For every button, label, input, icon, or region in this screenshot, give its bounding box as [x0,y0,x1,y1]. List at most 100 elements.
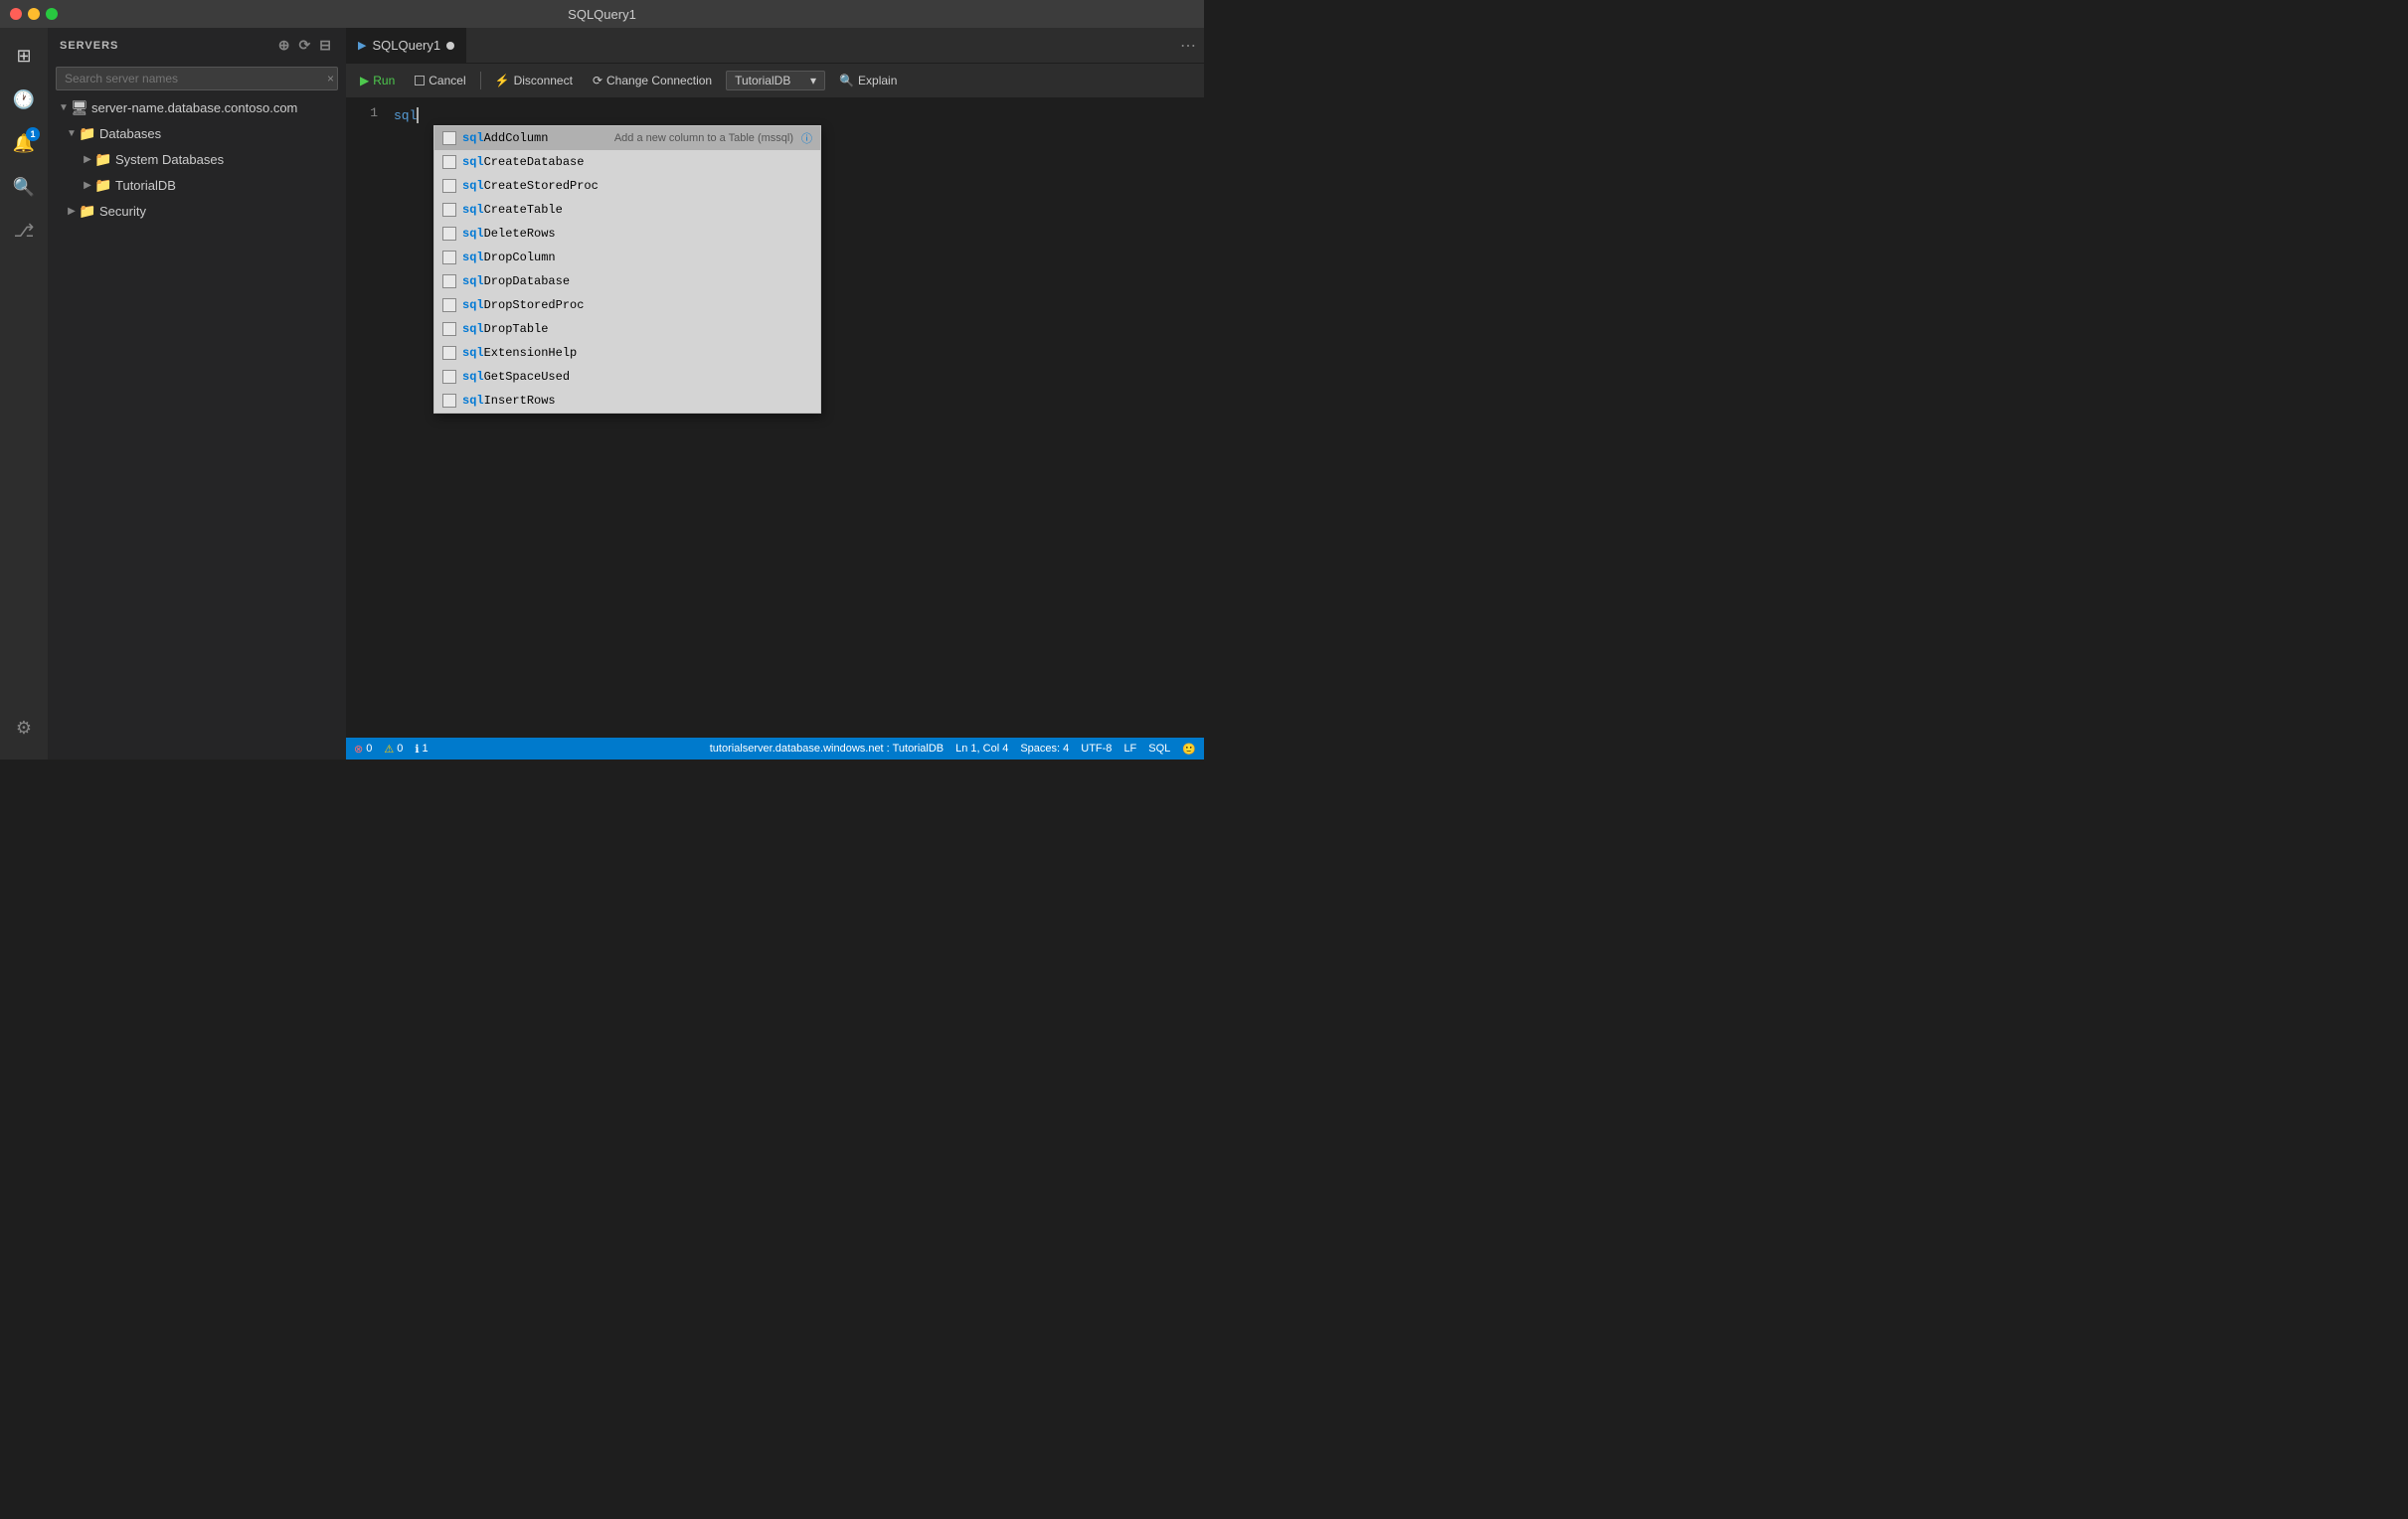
info-icon: ℹ [415,743,419,756]
ac-prefix: sql [462,227,484,241]
info-icon[interactable]: ⓘ [801,130,812,146]
editor-text-area[interactable]: sql sqlAddColumnAdd a new column to a Ta… [386,97,1194,738]
minimize-button[interactable] [28,8,40,20]
autocomplete-item[interactable]: sqlAddColumnAdd a new column to a Table … [434,126,820,150]
status-bar: ⊗ 0 ⚠ 0 ℹ 1 tutorialserver.database.wind… [346,738,1204,760]
indentation[interactable]: Spaces: 4 [1020,743,1069,756]
ac-suffix: GetSpaceUsed [484,370,570,384]
search-activity-icon: 🔍 [13,177,35,198]
ac-item-text: sqlCreateStoredProc [462,179,599,193]
run-button[interactable]: ▶ Run [354,72,401,89]
line-ending[interactable]: LF [1123,743,1136,756]
error-count: 0 [366,743,372,755]
new-connection-icon[interactable]: ⊕ [276,35,293,56]
autocomplete-item[interactable]: sqlExtensionHelp [434,341,820,365]
refresh-icon[interactable]: ⟳ [297,35,314,56]
ac-prefix: sql [462,131,484,145]
ac-item-text: sqlGetSpaceUsed [462,370,570,384]
language[interactable]: SQL [1148,743,1170,756]
connection-dropdown[interactable]: TutorialDB ▾ [726,71,825,90]
ac-prefix: sql [462,251,484,264]
autocomplete-item[interactable]: sqlDropColumn [434,246,820,269]
security-label: Security [99,204,146,219]
chevron-right-icon: ▶ [80,151,95,167]
feedback-icon[interactable]: 🙂 [1182,743,1196,756]
editor-tab[interactable]: ▶ SQLQuery1 [346,28,467,63]
ac-prefix: sql [462,370,484,384]
autocomplete-item[interactable]: sqlInsertRows [434,389,820,413]
activity-servers[interactable]: ⊞ [4,36,44,76]
collapse-icon[interactable]: ⊟ [317,35,334,56]
tree-item-systemdbs[interactable]: ▶ 📁 System Databases [48,146,346,172]
disconnect-label: Disconnect [514,74,573,87]
tree-item-tutorialdb[interactable]: ▶ 📁 TutorialDB [48,172,346,198]
autocomplete-item[interactable]: sqlDropStoredProc [434,293,820,317]
autocomplete-item[interactable]: sqlCreateDatabase [434,150,820,174]
ac-prefix: sql [462,274,484,288]
snippet-icon [442,227,456,241]
ac-prefix: sql [462,298,484,312]
sql-text: sql [394,108,417,123]
autocomplete-item[interactable]: sqlGetSpaceUsed [434,365,820,389]
ac-suffix: DropColumn [484,251,556,264]
autocomplete-item[interactable]: sqlDeleteRows [434,222,820,246]
activity-notifications[interactable]: 🔔 1 [4,123,44,163]
activity-git[interactable]: ⎇ [4,211,44,251]
ac-item-text: sqlInsertRows [462,394,556,408]
change-connection-button[interactable]: ⟳ Change Connection [587,72,718,89]
search-clear-icon[interactable]: × [327,72,334,85]
chevron-right-icon: ▶ [64,203,80,219]
ac-item-text: sqlExtensionHelp [462,346,577,360]
encoding[interactable]: UTF-8 [1081,743,1112,756]
tree-item-security[interactable]: ▶ 📁 Security [48,198,346,224]
cursor-position[interactable]: Ln 1, Col 4 [955,743,1008,756]
more-tabs-button[interactable]: ⋯ [1172,28,1204,63]
git-icon: ⎇ [14,221,35,242]
systemdbs-label: System Databases [115,152,224,167]
autocomplete-item[interactable]: sqlCreateStoredProc [434,174,820,198]
tab-dirty-indicator [446,42,454,50]
tab-bar: ▶ SQLQuery1 ⋯ [346,28,1204,63]
tutorialdb-label: TutorialDB [115,178,176,193]
activity-bar: ⊞ 🕐 🔔 1 🔍 ⎇ ⚙ [0,28,48,760]
search-input[interactable] [56,67,338,90]
autocomplete-item[interactable]: sqlCreateTable [434,198,820,222]
ac-prefix: sql [462,203,484,217]
explain-button[interactable]: 🔍 Explain [833,72,903,89]
snippet-icon [442,346,456,360]
sidebar-header-icons: ⊕ ⟳ ⊟ [276,35,334,56]
editor-line-1: sql [394,105,1186,125]
ac-prefix: sql [462,155,484,169]
maximize-button[interactable] [46,8,58,20]
snippet-icon [442,251,456,264]
disconnect-button[interactable]: ⚡ Disconnect [489,72,579,89]
status-warnings[interactable]: ⚠ 0 [384,743,403,756]
connection-value: TutorialDB [735,74,790,87]
tree-container: ▼ 🖥 server-name.database.contoso.com ▼ 📁… [48,94,346,760]
autocomplete-list: sqlAddColumnAdd a new column to a Table … [434,126,820,413]
main-container: ⊞ 🕐 🔔 1 🔍 ⎇ ⚙ SERVERS ⊕ ⟳ ⊟ [0,28,1204,760]
cancel-button[interactable]: Cancel [409,72,471,89]
status-infos[interactable]: ℹ 1 [415,743,428,756]
activity-settings[interactable]: ⚙ [4,708,44,748]
toolbar-divider [480,72,481,89]
tree-item-server[interactable]: ▼ 🖥 server-name.database.contoso.com [48,94,346,120]
ac-item-text: sqlAddColumn [462,131,548,145]
tree-item-databases[interactable]: ▼ 📁 Databases [48,120,346,146]
activity-search[interactable]: 🔍 [4,167,44,207]
server-info: tutorialserver.database.windows.net : Tu… [710,743,944,756]
snippet-icon [442,394,456,408]
sidebar-header: SERVERS ⊕ ⟳ ⊟ [48,28,346,63]
ac-prefix: sql [462,179,484,193]
autocomplete-item[interactable]: sqlDropDatabase [434,269,820,293]
sidebar: SERVERS ⊕ ⟳ ⊟ × ▼ 🖥 server-name.database… [48,28,346,760]
tab-icon: ▶ [358,39,366,52]
activity-history[interactable]: 🕐 [4,80,44,119]
change-conn-label: Change Connection [606,74,712,87]
autocomplete-item[interactable]: sqlDropTable [434,317,820,341]
change-conn-icon: ⟳ [593,74,602,87]
vertical-scrollbar[interactable] [1194,97,1204,738]
chevron-down-icon: ▼ [64,125,80,141]
status-errors[interactable]: ⊗ 0 [354,743,372,756]
close-button[interactable] [10,8,22,20]
